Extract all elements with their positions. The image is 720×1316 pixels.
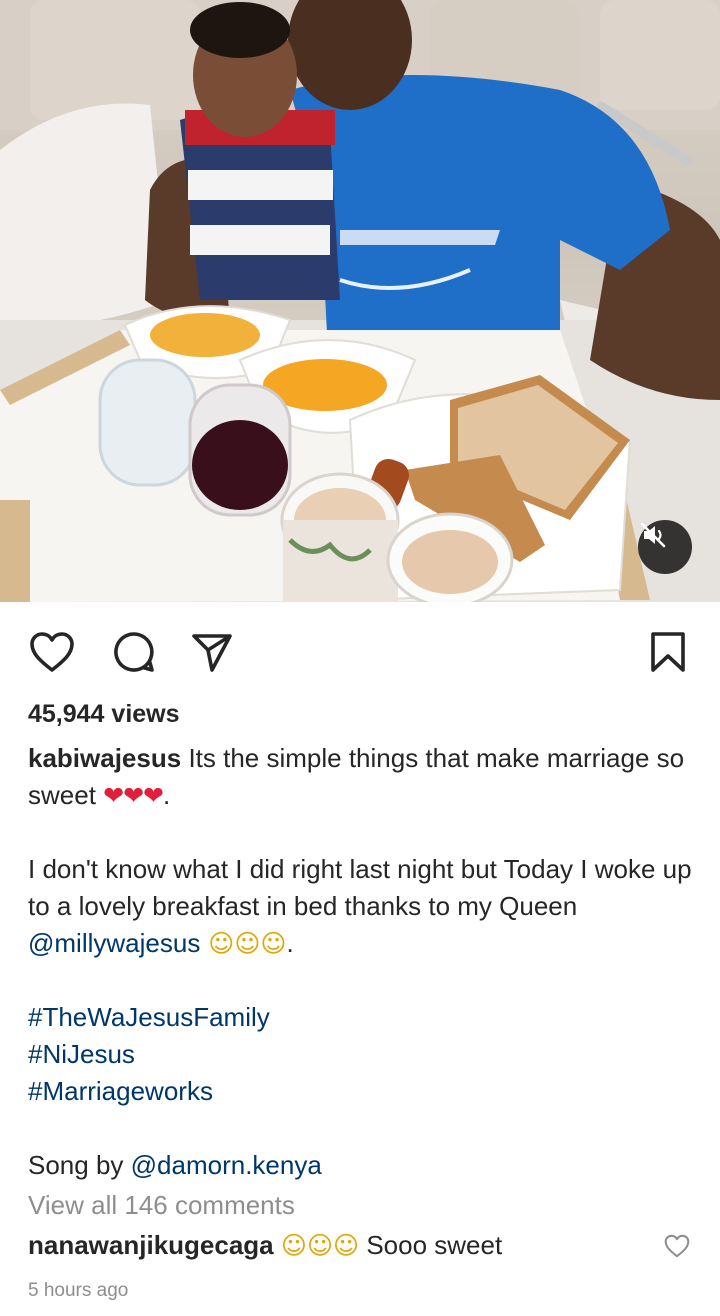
comment-row: nanawanjikugecaga ☺☺☺ Sooo sweet [28, 1230, 502, 1261]
song-label: Song by [28, 1150, 131, 1180]
caption-period: . [286, 928, 294, 958]
hashtag-link[interactable]: #NiJesus [28, 1036, 698, 1073]
post-timestamp: 5 hours ago [28, 1280, 129, 1301]
view-count: 45,944 views [28, 700, 180, 728]
smiling-hearts-emoji: ☺☺☺ [200, 929, 287, 958]
post-caption: kabiwajesus Its the simple things that m… [28, 740, 698, 1184]
breakfast-photo [0, 0, 720, 602]
heart-icon [664, 1234, 690, 1258]
comment-icon [114, 632, 154, 672]
speaker-muted-icon [640, 522, 666, 548]
caption-paragraph: I don't know what I did right last night… [28, 854, 692, 921]
comment-text: Sooo sweet [366, 1230, 503, 1260]
caption-username[interactable]: kabiwajesus [28, 743, 181, 773]
heart-emoji: ❤❤❤ [103, 781, 164, 810]
post-media[interactable] [0, 0, 720, 602]
send-icon [192, 634, 232, 672]
caption-period: . [163, 780, 171, 810]
bookmark-icon [651, 632, 685, 672]
hashtag-link[interactable]: #TheWaJesusFamily [28, 999, 698, 1036]
like-button[interactable] [28, 628, 76, 676]
comment-button[interactable] [110, 628, 158, 676]
mute-button[interactable] [638, 520, 692, 574]
share-button[interactable] [188, 628, 236, 676]
comment-username[interactable]: nanawanjikugecaga [28, 1230, 274, 1260]
mention-link[interactable]: @millywajesus [28, 928, 200, 958]
view-all-comments-link[interactable]: View all 146 comments [28, 1190, 295, 1221]
save-button[interactable] [644, 628, 692, 676]
heart-icon [30, 632, 74, 672]
smile-emoji: ☺☺☺ [280, 1231, 360, 1260]
comment-like-button[interactable] [664, 1233, 690, 1259]
hashtag-link[interactable]: #Marriageworks [28, 1073, 698, 1110]
song-mention-link[interactable]: @damorn.kenya [131, 1150, 322, 1180]
post-action-bar [0, 602, 720, 698]
